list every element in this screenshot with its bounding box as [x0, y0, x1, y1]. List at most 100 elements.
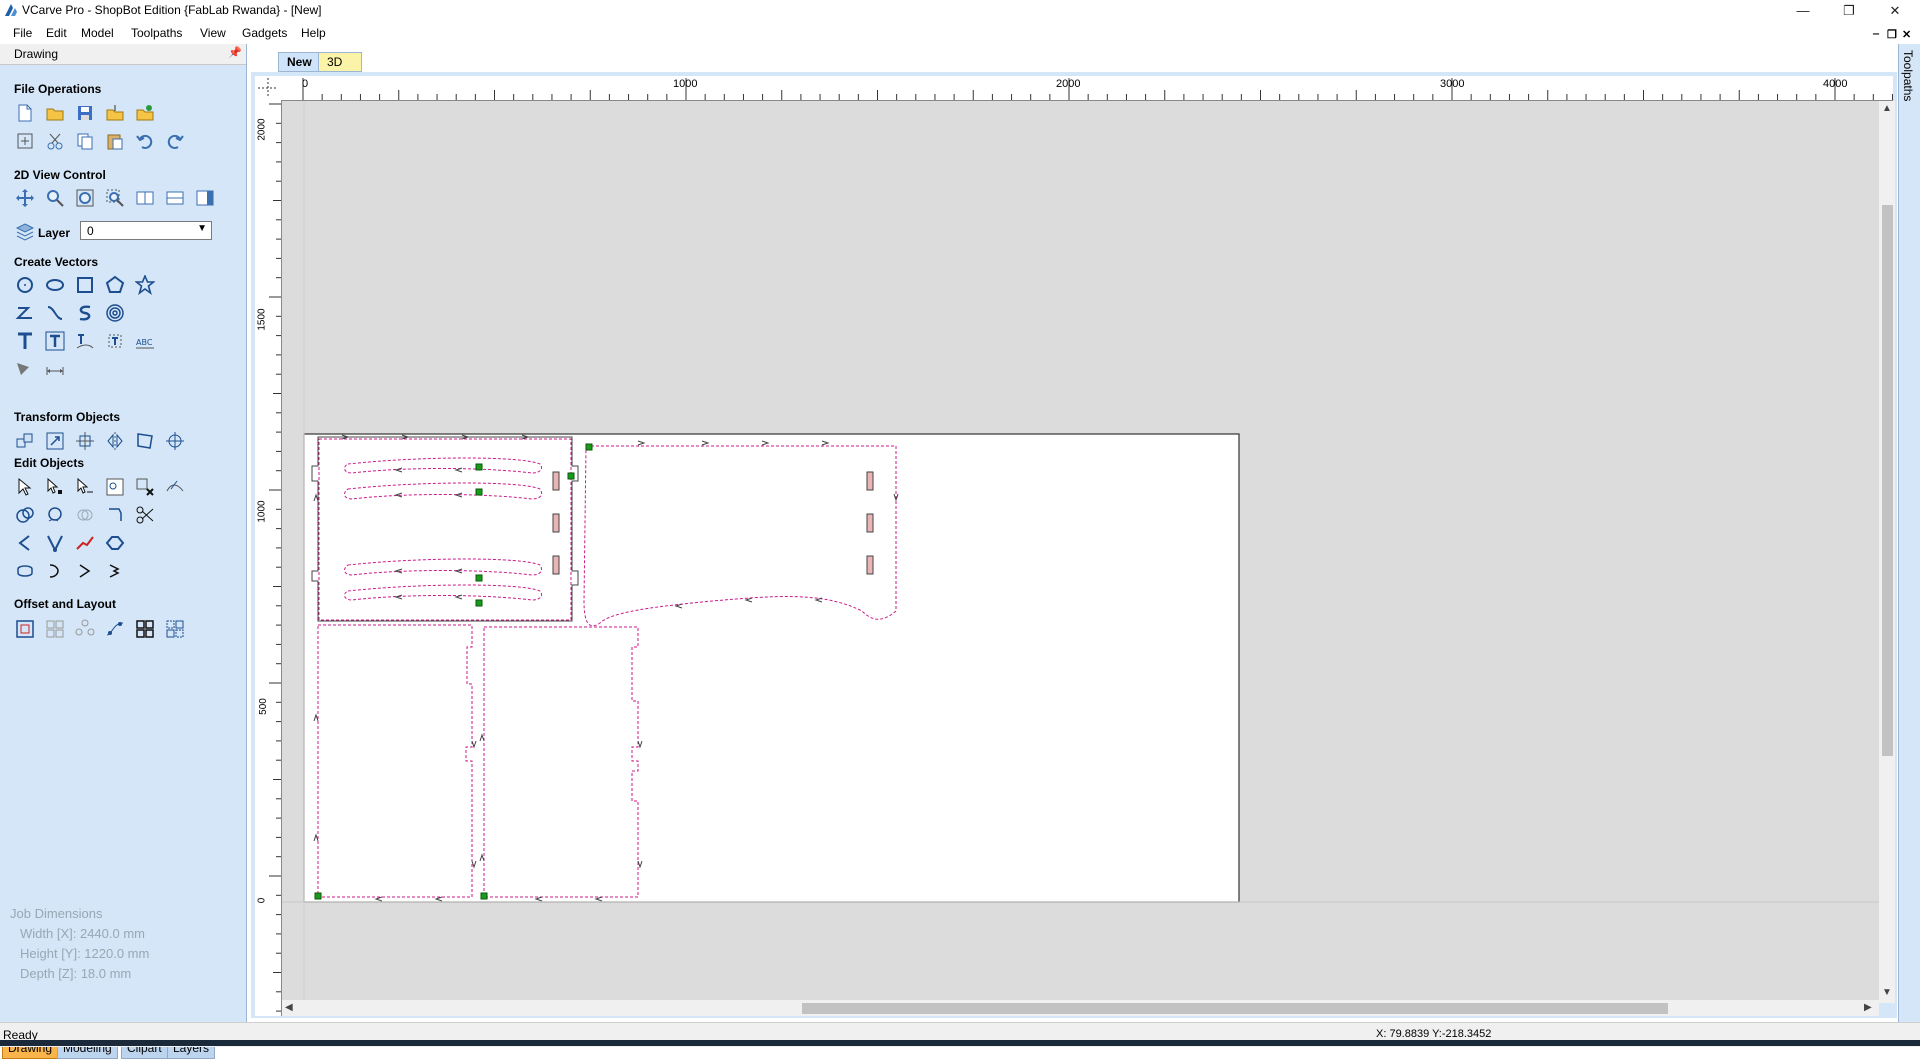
- scroll-down-icon[interactable]: ▼: [1882, 987, 1892, 998]
- mdi-restore-button[interactable]: ❐: [1887, 28, 1897, 41]
- draw-vector-icon[interactable]: [14, 358, 36, 380]
- dimension-tool-icon[interactable]: [44, 358, 66, 380]
- deselect-icon[interactable]: [134, 476, 156, 498]
- scroll-left-icon[interactable]: ◀: [285, 1002, 293, 1013]
- distort-tool-icon[interactable]: [134, 430, 156, 452]
- horizontal-scrollbar[interactable]: ◀ ▶: [282, 1000, 1879, 1016]
- polygon-tool-icon[interactable]: [104, 274, 126, 296]
- text-spacing-icon[interactable]: ABC: [134, 330, 156, 352]
- start-node[interactable]: [475, 463, 483, 471]
- array-copy-icon[interactable]: [44, 618, 66, 640]
- mdi-minimize-button[interactable]: ‒: [1873, 28, 1879, 40]
- menu-help[interactable]: Help: [301, 26, 326, 40]
- import-bitmap-icon[interactable]: [134, 102, 156, 124]
- spiral-tool-icon[interactable]: [104, 302, 126, 324]
- zoom-icon[interactable]: [44, 187, 66, 209]
- text-frame-tool-icon[interactable]: [44, 330, 66, 352]
- join-open-vectors-icon[interactable]: [14, 532, 36, 554]
- ellipse-tool-icon[interactable]: [44, 274, 66, 296]
- drawing-canvas[interactable]: [282, 101, 1879, 1003]
- text-on-curve-icon[interactable]: [74, 330, 96, 352]
- rectangle-tool-icon[interactable]: [74, 274, 96, 296]
- pan-icon[interactable]: [14, 187, 36, 209]
- mdi-close-button[interactable]: ✕: [1902, 28, 1911, 41]
- minimize-button[interactable]: —: [1780, 0, 1826, 22]
- menu-view[interactable]: View: [200, 26, 226, 40]
- pin-icon[interactable]: 📌: [228, 46, 242, 59]
- layer-dropdown[interactable]: 0 ▼: [80, 221, 212, 240]
- start-node[interactable]: [480, 892, 488, 900]
- redo-icon[interactable]: [164, 130, 186, 152]
- hole-left-1[interactable]: [552, 471, 560, 491]
- close-vectors-icon[interactable]: [104, 532, 126, 554]
- scissors-icon[interactable]: [134, 504, 156, 526]
- restore-button[interactable]: ❐: [1826, 0, 1872, 22]
- zoom-extents-icon[interactable]: [74, 187, 96, 209]
- scroll-up-icon[interactable]: ▲: [1882, 103, 1892, 114]
- scroll-right-icon[interactable]: ▶: [1864, 1002, 1872, 1013]
- set-origin-icon[interactable]: [164, 430, 186, 452]
- polyline-tool-icon[interactable]: [14, 302, 36, 324]
- cut-icon[interactable]: [44, 130, 66, 152]
- start-node[interactable]: [585, 443, 593, 451]
- mirror-tool-icon[interactable]: [104, 430, 126, 452]
- view-dock-icon[interactable]: [194, 187, 216, 209]
- tab-new[interactable]: New: [278, 52, 321, 72]
- nesting-icon[interactable]: [134, 618, 156, 640]
- new-file-icon[interactable]: [14, 102, 36, 124]
- hole-right-2[interactable]: [866, 513, 874, 533]
- vertical-scrollbar[interactable]: ▲ ▼: [1879, 101, 1895, 1003]
- undo-icon[interactable]: [134, 130, 156, 152]
- circle-tool-icon[interactable]: [14, 274, 36, 296]
- text-tool-icon[interactable]: [14, 330, 36, 352]
- start-node[interactable]: [475, 488, 483, 496]
- star-tool-icon[interactable]: [134, 274, 156, 296]
- weld-vectors-icon[interactable]: [14, 504, 36, 526]
- join-vectors-icon[interactable]: [44, 532, 66, 554]
- open-file-icon[interactable]: [44, 102, 66, 124]
- view-split-horizontal-icon[interactable]: [164, 187, 186, 209]
- start-node[interactable]: [475, 574, 483, 582]
- curve-tool-icon[interactable]: [74, 302, 96, 324]
- menu-edit[interactable]: Edit: [46, 26, 67, 40]
- start-node[interactable]: [567, 472, 575, 480]
- job-setup-icon[interactable]: [14, 130, 36, 152]
- extend-vector-icon[interactable]: [44, 560, 66, 582]
- horizontal-scroll-thumb[interactable]: [802, 1003, 1668, 1014]
- copy-icon[interactable]: [74, 130, 96, 152]
- auto-layout-icon[interactable]: [164, 618, 186, 640]
- start-node[interactable]: [314, 892, 322, 900]
- menu-file[interactable]: File: [13, 26, 32, 40]
- start-node[interactable]: [475, 599, 483, 607]
- spline-tool-icon[interactable]: [44, 302, 66, 324]
- fillet-tool-icon[interactable]: [104, 504, 126, 526]
- trim-vectors-icon[interactable]: [164, 476, 186, 498]
- copy-along-vector-icon[interactable]: [104, 618, 126, 640]
- import-vectors-icon[interactable]: [104, 102, 126, 124]
- subtract-vectors-icon[interactable]: [44, 504, 66, 526]
- scale-tool-icon[interactable]: [44, 430, 66, 452]
- vertical-scroll-thumb[interactable]: [1882, 205, 1893, 756]
- selection-dialog-icon[interactable]: [104, 476, 126, 498]
- align-tool-icon[interactable]: [74, 430, 96, 452]
- view-split-vertical-icon[interactable]: [134, 187, 156, 209]
- paste-icon[interactable]: [104, 130, 126, 152]
- move-tool-icon[interactable]: [14, 430, 36, 452]
- menu-gadgets[interactable]: Gadgets: [242, 26, 287, 40]
- menu-model[interactable]: Model: [81, 26, 114, 40]
- trim-vector-icon[interactable]: [74, 560, 96, 582]
- select-tool-icon[interactable]: [14, 476, 36, 498]
- intersect-vectors-icon[interactable]: [74, 504, 96, 526]
- hole-left-3[interactable]: [552, 555, 560, 575]
- fillet-vector-icon[interactable]: [104, 560, 126, 582]
- circular-array-icon[interactable]: [74, 618, 96, 640]
- ruler-origin-icon[interactable]: [255, 76, 282, 101]
- hole-right-1[interactable]: [866, 471, 874, 491]
- offset-tool-icon[interactable]: [14, 618, 36, 640]
- hole-left-2[interactable]: [552, 513, 560, 533]
- save-file-icon[interactable]: [74, 102, 96, 124]
- node-edit-icon[interactable]: [44, 476, 66, 498]
- menu-toolpaths[interactable]: Toolpaths: [131, 26, 182, 40]
- zoom-selection-icon[interactable]: [104, 187, 126, 209]
- hole-right-3[interactable]: [866, 555, 874, 575]
